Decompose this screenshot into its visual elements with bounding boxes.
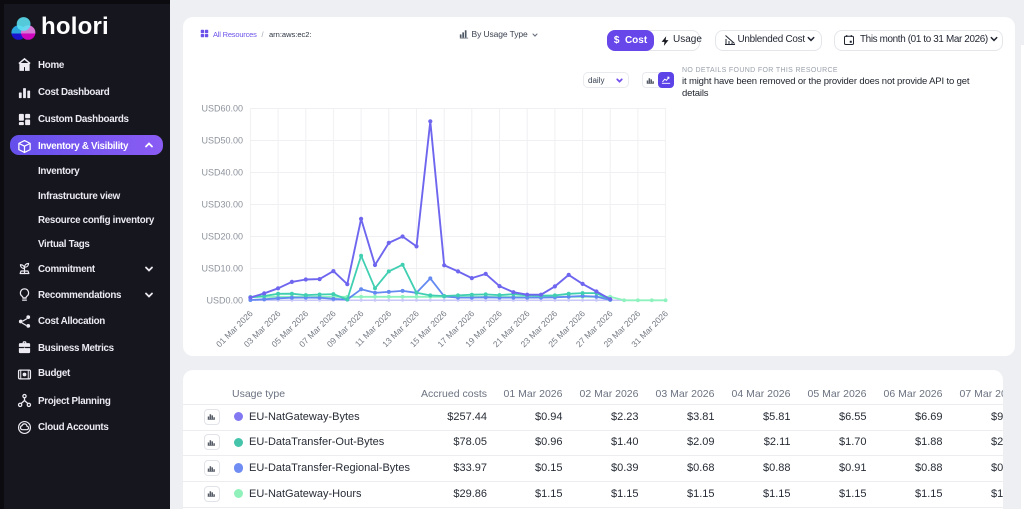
svg-text:USD40.00: USD40.00 <box>201 168 243 178</box>
svg-text:USD30.00: USD30.00 <box>201 200 243 210</box>
svg-text:USD50.00: USD50.00 <box>201 136 243 146</box>
svg-text:USD10.00: USD10.00 <box>201 264 243 274</box>
svg-text:USD60.00: USD60.00 <box>201 104 243 114</box>
svg-text:USD20.00: USD20.00 <box>201 232 243 242</box>
svg-text:USD0.00: USD0.00 <box>206 296 243 306</box>
